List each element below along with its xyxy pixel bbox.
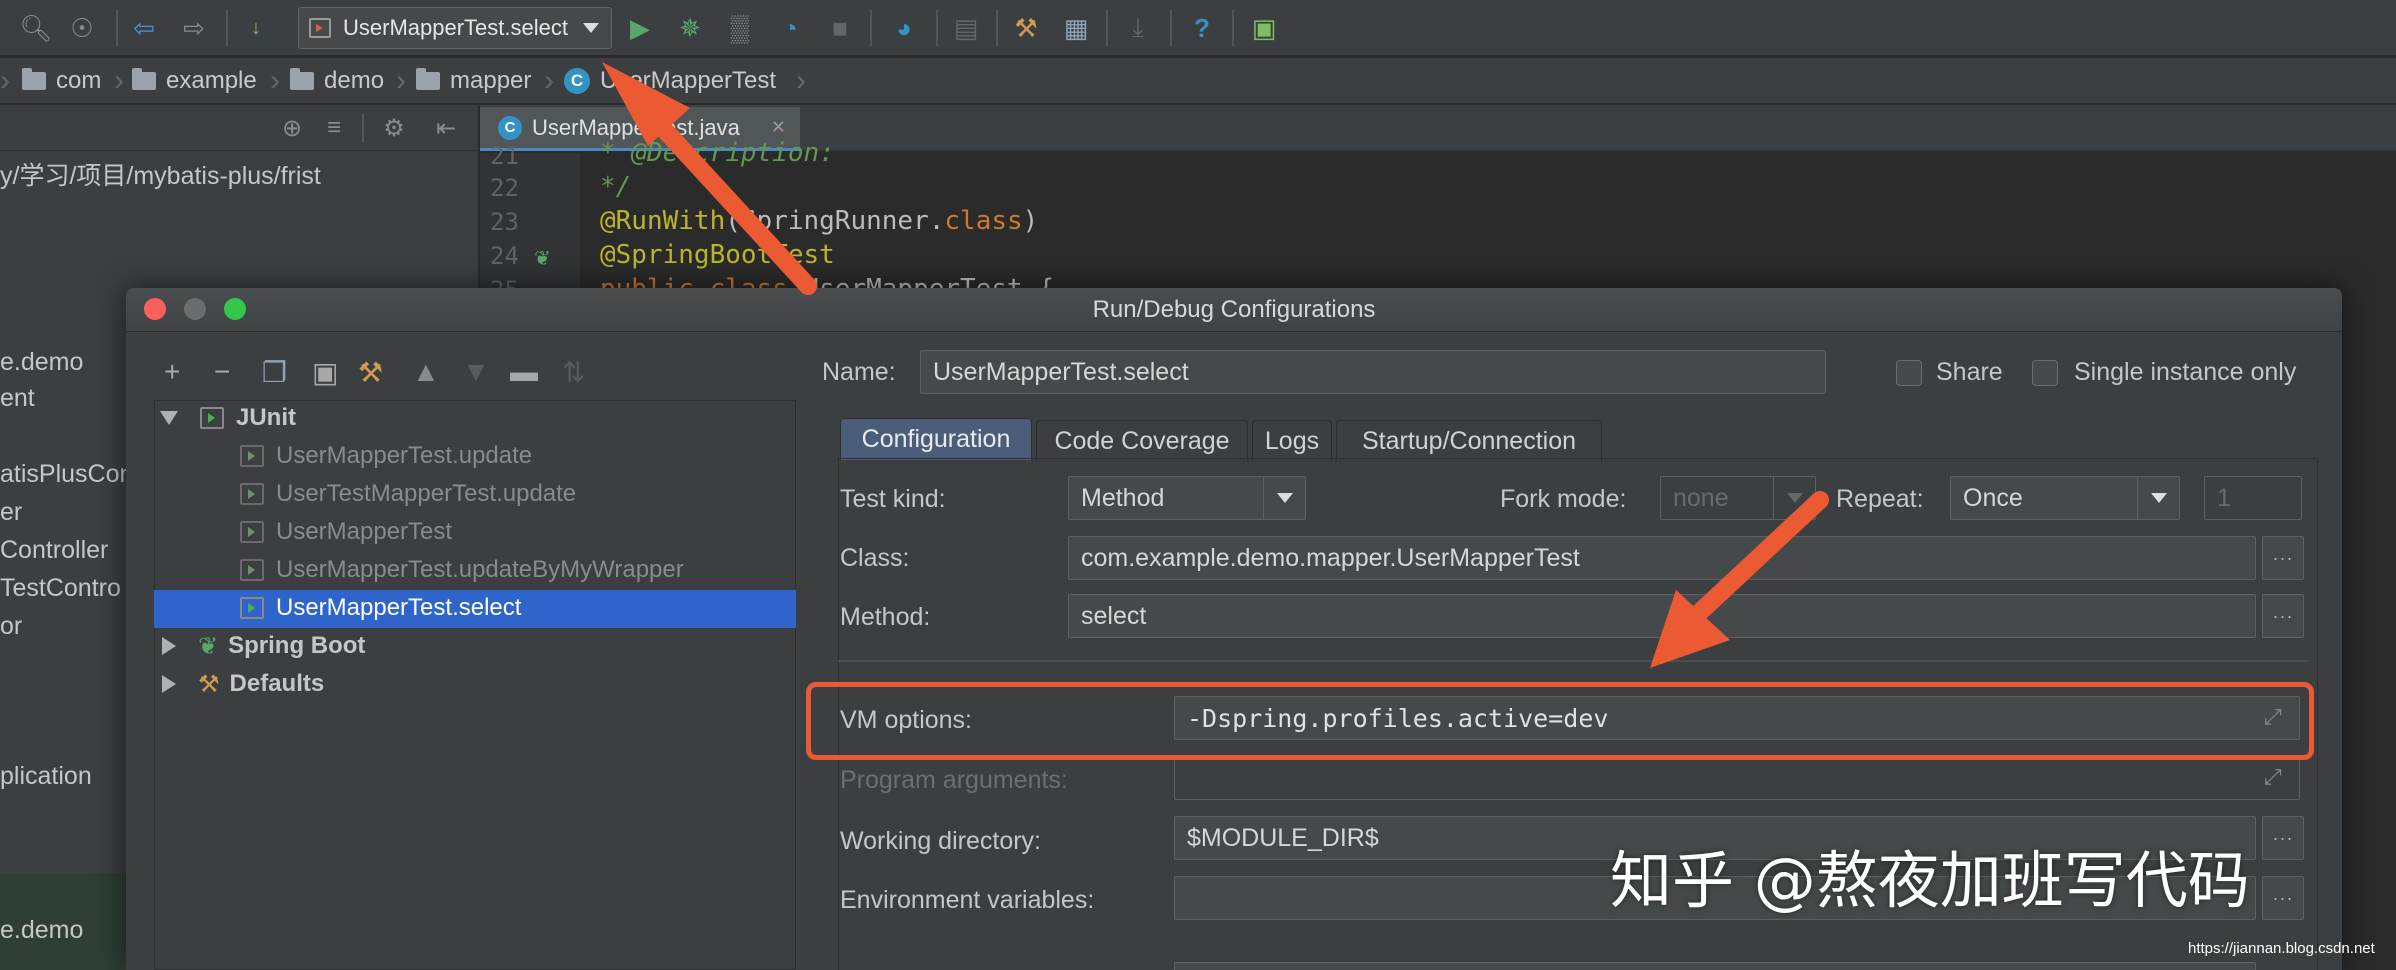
watermark-text: 知乎 @熬夜加班写代码 bbox=[1610, 844, 2250, 917]
url-watermark: https://jiannan.blog.csdn.net bbox=[2188, 940, 2375, 957]
annotation-arrow-shaft bbox=[639, 103, 817, 295]
annotation-arrows bbox=[602, 62, 1829, 668]
annotation-arrow-shaft bbox=[1691, 491, 1829, 621]
